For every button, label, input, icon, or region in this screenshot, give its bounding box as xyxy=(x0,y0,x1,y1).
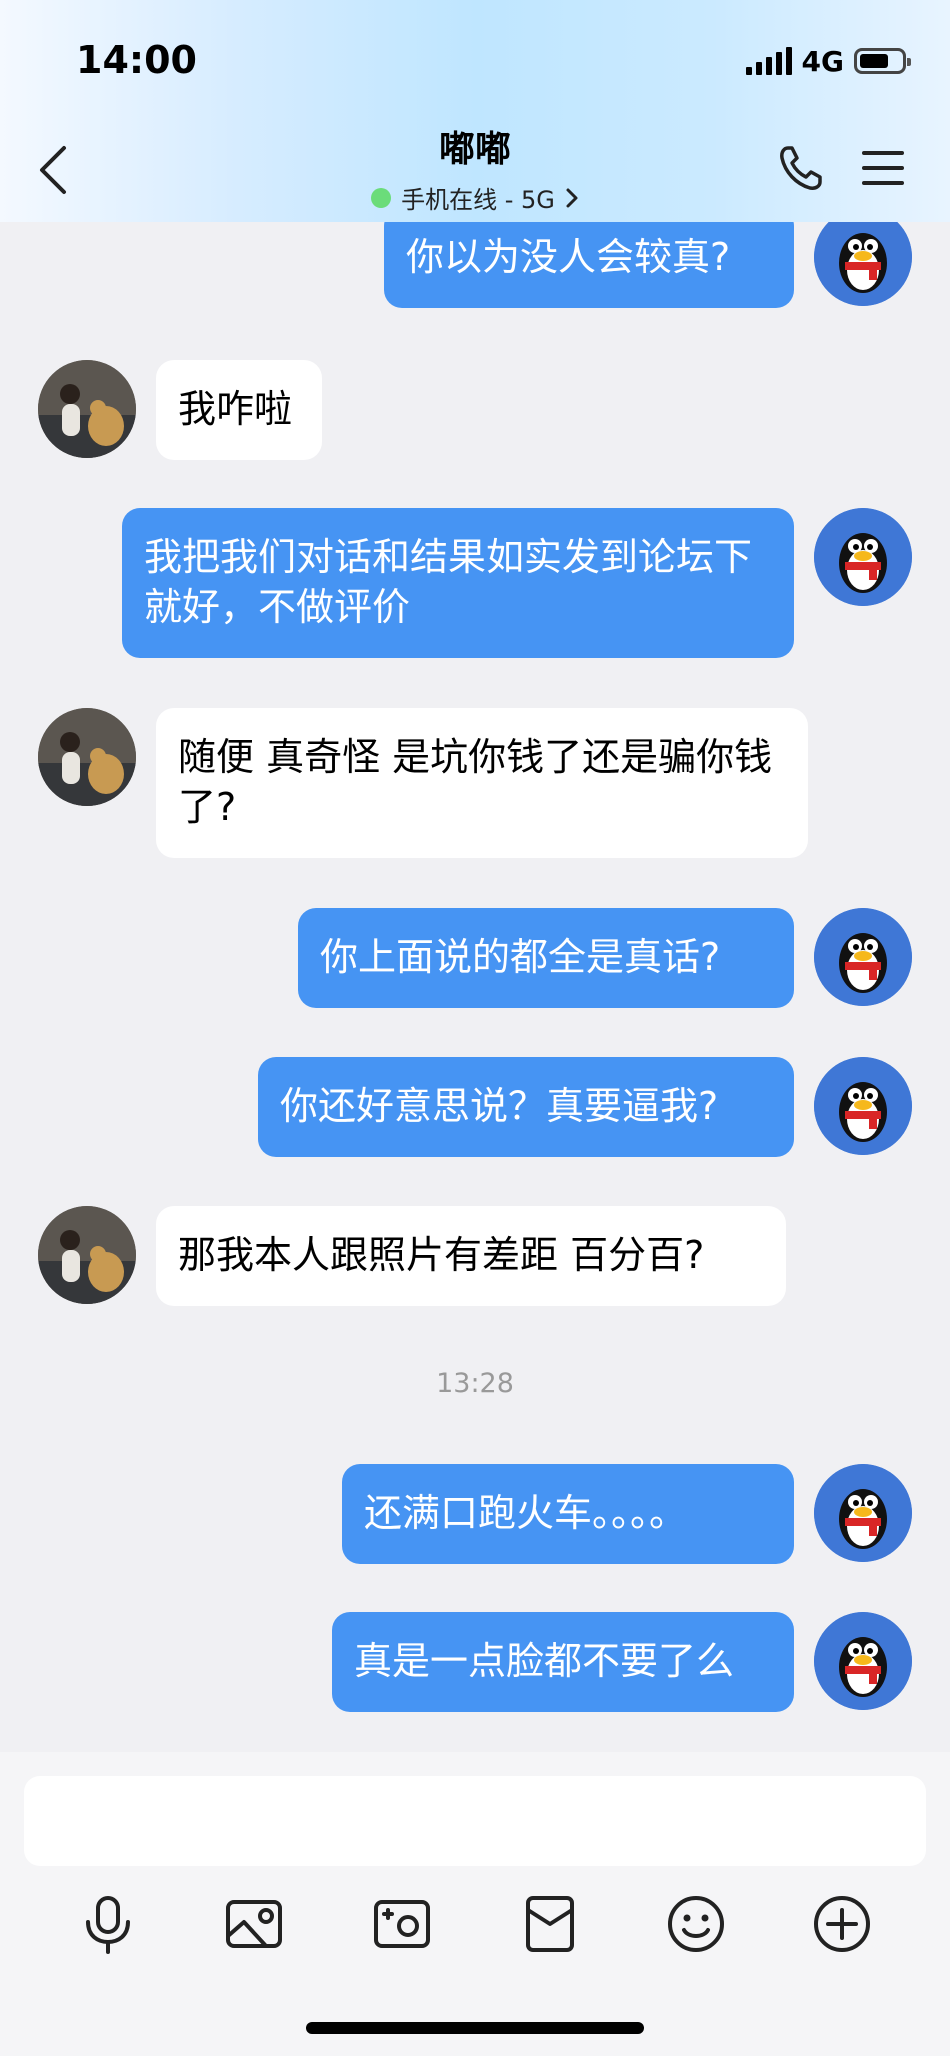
contact-photo-icon xyxy=(38,360,136,458)
camera-icon[interactable] xyxy=(370,1892,434,1956)
network-type: 4G xyxy=(801,44,844,78)
message-timestamp: 13:28 xyxy=(436,1368,514,1399)
message-bubble[interactable]: 你上面说的都全是真话? xyxy=(298,908,794,1008)
red-packet-icon[interactable] xyxy=(518,1892,582,1956)
message-bubble[interactable]: 我咋啦 xyxy=(156,360,322,460)
message-row: 那我本人跟照片有差距 百分百? xyxy=(0,1206,950,1306)
message-bubble[interactable]: 真是一点脸都不要了么 xyxy=(332,1612,794,1712)
avatar[interactable] xyxy=(38,708,136,806)
message-bubble[interactable]: 那我本人跟照片有差距 百分百? xyxy=(156,1206,786,1306)
avatar[interactable] xyxy=(814,508,912,606)
emoji-icon[interactable] xyxy=(664,1892,728,1956)
penguin-avatar-icon xyxy=(814,1057,912,1155)
penguin-avatar-icon xyxy=(814,908,912,1006)
avatar[interactable] xyxy=(814,1612,912,1710)
plus-icon[interactable] xyxy=(810,1892,874,1956)
chevron-right-icon xyxy=(566,188,578,207)
battery-icon xyxy=(854,48,911,74)
message-list[interactable]: 你以为没人会较真? 我咋啦 我把我们对话和结果如实发到论坛下就好，不做评价 随便… xyxy=(0,222,950,1752)
message-row: 你以为没人会较真? xyxy=(0,222,950,308)
composer xyxy=(0,1752,950,2056)
message-row: 我把我们对话和结果如实发到论坛下就好，不做评价 xyxy=(0,508,950,658)
home-indicator[interactable] xyxy=(306,2022,644,2034)
message-row: 你还好意思说？真要逼我? xyxy=(0,1057,950,1157)
message-row: 你上面说的都全是真话? xyxy=(0,908,950,1008)
phone-icon[interactable] xyxy=(776,142,826,194)
signal-icon xyxy=(745,47,792,75)
message-bubble[interactable]: 我把我们对话和结果如实发到论坛下就好，不做评价 xyxy=(122,508,794,658)
message-bubble[interactable]: 你还好意思说？真要逼我? xyxy=(258,1057,794,1157)
avatar[interactable] xyxy=(38,360,136,458)
message-row: 还满口跑火车。。。。 xyxy=(0,1464,950,1564)
message-bubble[interactable]: 随便 真奇怪 是坑你钱了还是骗你钱了? xyxy=(156,708,808,858)
avatar[interactable] xyxy=(814,1464,912,1562)
avatar[interactable] xyxy=(814,908,912,1006)
message-row: 随便 真奇怪 是坑你钱了还是骗你钱了? xyxy=(0,708,950,858)
message-bubble[interactable]: 你以为没人会较真? xyxy=(384,222,794,308)
image-icon[interactable] xyxy=(222,1892,286,1956)
status-icons: 4G xyxy=(745,44,911,78)
penguin-avatar-icon xyxy=(814,1464,912,1562)
message-input[interactable] xyxy=(24,1776,926,1866)
online-status-text: 手机在线 - 5G xyxy=(401,186,555,214)
menu-icon[interactable] xyxy=(862,148,904,188)
penguin-avatar-icon xyxy=(814,222,912,306)
chat-header: 14:00 4G 嘟嘟 手机在线 - 5G xyxy=(0,0,950,222)
status-time: 14:00 xyxy=(76,38,197,82)
microphone-icon[interactable] xyxy=(76,1892,140,1956)
contact-photo-icon xyxy=(38,1206,136,1304)
avatar[interactable] xyxy=(814,1057,912,1155)
penguin-avatar-icon xyxy=(814,1612,912,1710)
online-dot-icon xyxy=(371,187,392,208)
contact-photo-icon xyxy=(38,708,136,806)
avatar[interactable] xyxy=(814,222,912,306)
penguin-avatar-icon xyxy=(814,508,912,606)
avatar[interactable] xyxy=(38,1206,136,1304)
message-bubble[interactable]: 还满口跑火车。。。。 xyxy=(342,1464,794,1564)
message-row: 真是一点脸都不要了么 xyxy=(0,1612,950,1712)
message-row: 我咋啦 xyxy=(0,360,950,460)
